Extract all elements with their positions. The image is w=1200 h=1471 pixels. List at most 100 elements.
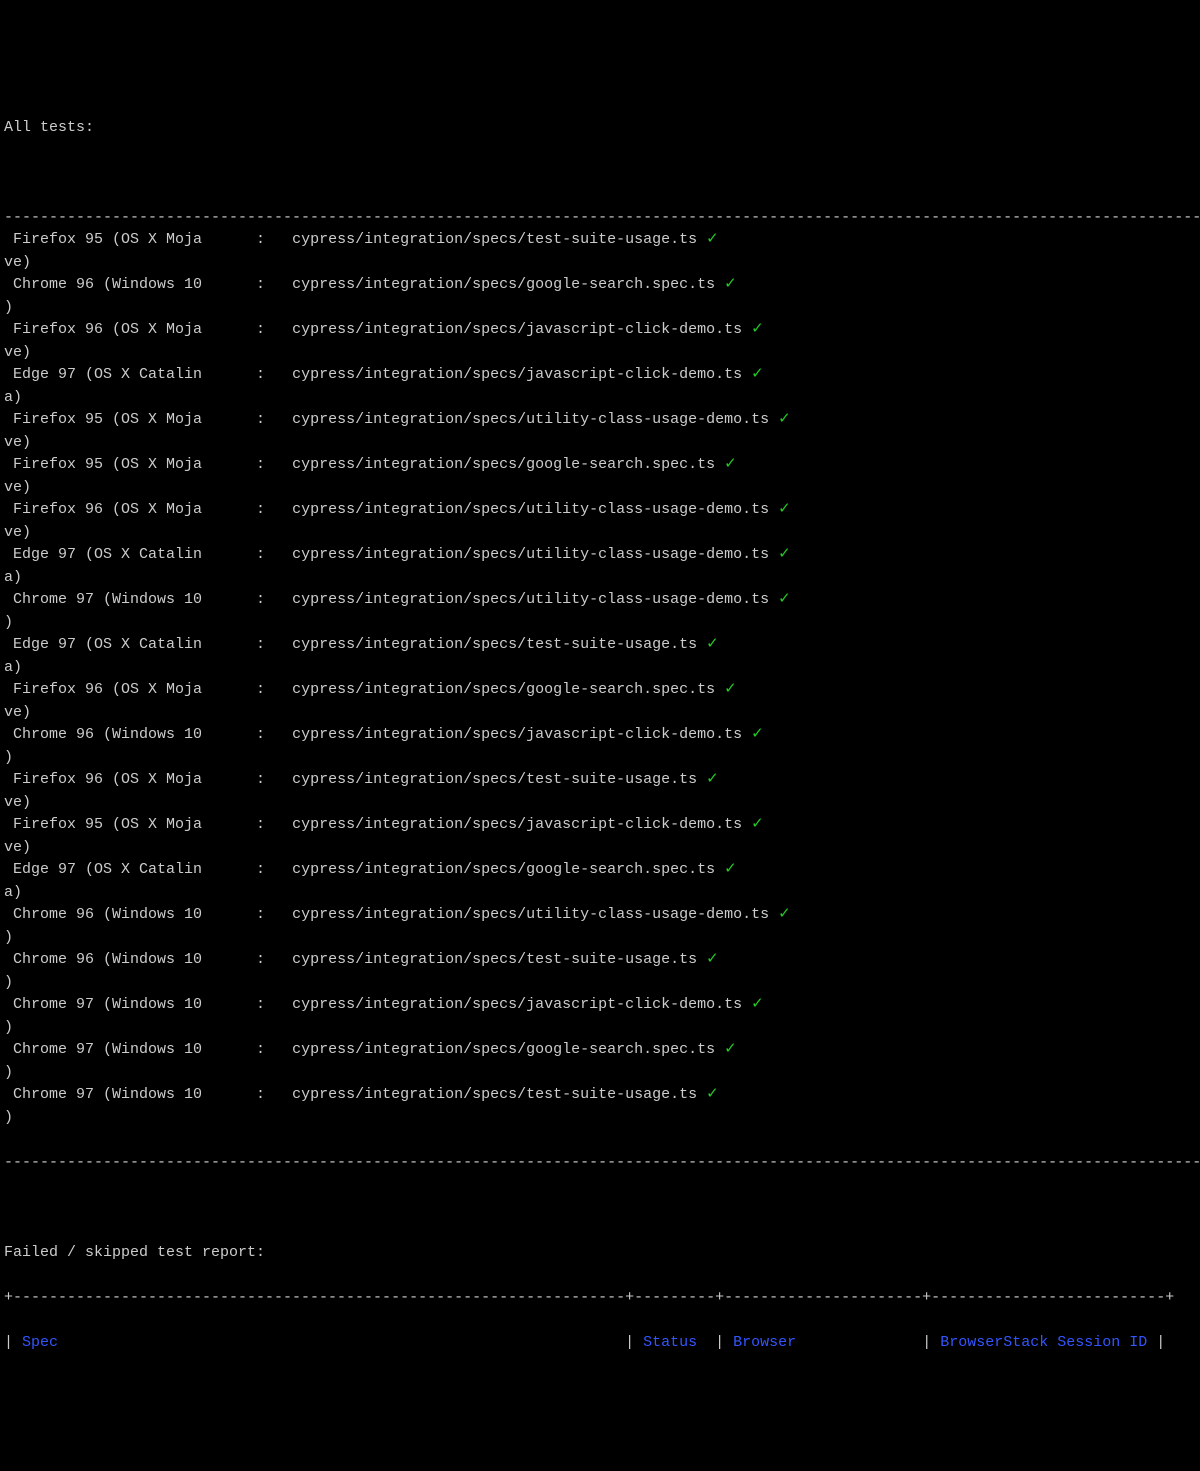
test-browser: Firefox 95 (OS X Moja	[4, 231, 238, 248]
test-spec: cypress/integration/specs/utility-class-…	[292, 501, 778, 518]
test-browser: Firefox 96 (OS X Moja	[4, 321, 238, 338]
terminal-output: All tests: -----------------------------…	[0, 90, 1200, 1358]
test-row: Chrome 96 (Windows 10 : cypress/integrat…	[4, 949, 1196, 994]
separator: :	[238, 1041, 292, 1058]
test-browser-wrap: )	[4, 1019, 13, 1036]
test-browser: Firefox 96 (OS X Moja	[4, 681, 238, 698]
check-icon: ✓	[751, 816, 764, 833]
test-browser-wrap: )	[4, 614, 13, 631]
test-browser-wrap: ve)	[4, 479, 31, 496]
test-browser: Firefox 96 (OS X Moja	[4, 771, 238, 788]
check-icon: ✓	[778, 591, 791, 608]
test-row: Chrome 96 (Windows 10 : cypress/integrat…	[4, 904, 1196, 949]
separator: :	[238, 816, 292, 833]
test-row: Chrome 96 (Windows 10 : cypress/integrat…	[4, 274, 1196, 319]
separator: :	[238, 456, 292, 473]
test-browser-wrap: ve)	[4, 794, 31, 811]
test-spec: cypress/integration/specs/google-search.…	[292, 1041, 724, 1058]
test-browser-wrap: ve)	[4, 524, 31, 541]
test-row: Firefox 95 (OS X Moja : cypress/integrat…	[4, 814, 1196, 859]
test-browser: Chrome 96 (Windows 10	[4, 951, 238, 968]
check-icon: ✓	[706, 231, 719, 248]
test-browser: Chrome 97 (Windows 10	[4, 1041, 238, 1058]
test-spec: cypress/integration/specs/javascript-cli…	[292, 366, 751, 383]
test-row: Chrome 97 (Windows 10 : cypress/integrat…	[4, 1084, 1196, 1129]
table-header-status: Status	[634, 1334, 715, 1351]
test-row: Firefox 96 (OS X Moja : cypress/integrat…	[4, 499, 1196, 544]
test-spec: cypress/integration/specs/test-suite-usa…	[292, 1086, 706, 1103]
test-row: Edge 97 (OS X Catalin : cypress/integrat…	[4, 859, 1196, 904]
test-spec: cypress/integration/specs/google-search.…	[292, 276, 724, 293]
separator: :	[238, 321, 292, 338]
test-browser-wrap: ve)	[4, 839, 31, 856]
check-icon: ✓	[778, 906, 791, 923]
separator: :	[238, 1086, 292, 1103]
test-browser: Edge 97 (OS X Catalin	[4, 636, 238, 653]
test-spec: cypress/integration/specs/utility-class-…	[292, 546, 778, 563]
test-browser-wrap: )	[4, 974, 13, 991]
test-spec: cypress/integration/specs/test-suite-usa…	[292, 951, 706, 968]
test-spec: cypress/integration/specs/google-search.…	[292, 456, 724, 473]
check-icon: ✓	[751, 321, 764, 338]
separator: :	[238, 546, 292, 563]
check-icon: ✓	[724, 456, 737, 473]
divider-bottom: ----------------------------------------…	[4, 1154, 1200, 1171]
test-spec: cypress/integration/specs/test-suite-usa…	[292, 636, 706, 653]
check-icon: ✓	[706, 1086, 719, 1103]
test-spec: cypress/integration/specs/utility-class-…	[292, 411, 778, 428]
test-spec: cypress/integration/specs/utility-class-…	[292, 906, 778, 923]
test-browser-wrap: )	[4, 1064, 13, 1081]
test-browser: Edge 97 (OS X Catalin	[4, 546, 238, 563]
test-browser: Firefox 95 (OS X Moja	[4, 411, 238, 428]
test-browser: Chrome 97 (Windows 10	[4, 591, 238, 608]
test-browser: Firefox 95 (OS X Moja	[4, 456, 238, 473]
separator: :	[238, 636, 292, 653]
test-browser-wrap: a)	[4, 389, 22, 406]
separator: :	[238, 681, 292, 698]
check-icon: ✓	[706, 951, 719, 968]
test-spec: cypress/integration/specs/javascript-cli…	[292, 726, 751, 743]
test-browser: Chrome 96 (Windows 10	[4, 906, 238, 923]
test-row: Firefox 96 (OS X Moja : cypress/integrat…	[4, 679, 1196, 724]
test-spec: cypress/integration/specs/utility-class-…	[292, 591, 778, 608]
test-browser-wrap: )	[4, 929, 13, 946]
divider-top: ----------------------------------------…	[4, 209, 1200, 226]
separator: :	[238, 276, 292, 293]
test-spec: cypress/integration/specs/google-search.…	[292, 681, 724, 698]
test-row: Chrome 97 (Windows 10 : cypress/integrat…	[4, 994, 1196, 1039]
separator: :	[238, 231, 292, 248]
test-browser-wrap: a)	[4, 569, 22, 586]
test-browser-wrap: a)	[4, 884, 22, 901]
table-border-top: +---------------------------------------…	[4, 1289, 1174, 1306]
test-row: Firefox 95 (OS X Moja : cypress/integrat…	[4, 229, 1196, 274]
separator: :	[238, 951, 292, 968]
test-browser: Firefox 95 (OS X Moja	[4, 816, 238, 833]
separator: :	[238, 726, 292, 743]
test-row: Firefox 95 (OS X Moja : cypress/integrat…	[4, 409, 1196, 454]
check-icon: ✓	[724, 861, 737, 878]
separator: :	[238, 906, 292, 923]
check-icon: ✓	[778, 501, 791, 518]
test-browser-wrap: )	[4, 749, 13, 766]
test-browser-wrap: ve)	[4, 254, 31, 271]
separator: :	[238, 861, 292, 878]
table-pipe: |	[922, 1334, 931, 1351]
test-row: Chrome 97 (Windows 10 : cypress/integrat…	[4, 1039, 1196, 1084]
test-browser: Chrome 97 (Windows 10	[4, 996, 238, 1013]
table-pipe: |	[4, 1334, 13, 1351]
check-icon: ✓	[751, 726, 764, 743]
check-icon: ✓	[706, 771, 719, 788]
test-row: Edge 97 (OS X Catalin : cypress/integrat…	[4, 634, 1196, 679]
test-browser-wrap: ve)	[4, 344, 31, 361]
test-row: Firefox 96 (OS X Moja : cypress/integrat…	[4, 319, 1196, 364]
test-row: Firefox 95 (OS X Moja : cypress/integrat…	[4, 454, 1196, 499]
test-row: Edge 97 (OS X Catalin : cypress/integrat…	[4, 544, 1196, 589]
check-icon: ✓	[724, 681, 737, 698]
table-header-spec: Spec	[13, 1334, 625, 1351]
table-pipe: |	[715, 1334, 724, 1351]
check-icon: ✓	[778, 546, 791, 563]
test-browser: Chrome 96 (Windows 10	[4, 726, 238, 743]
test-spec: cypress/integration/specs/javascript-cli…	[292, 996, 751, 1013]
test-browser-wrap: )	[4, 299, 13, 316]
test-spec: cypress/integration/specs/test-suite-usa…	[292, 231, 706, 248]
